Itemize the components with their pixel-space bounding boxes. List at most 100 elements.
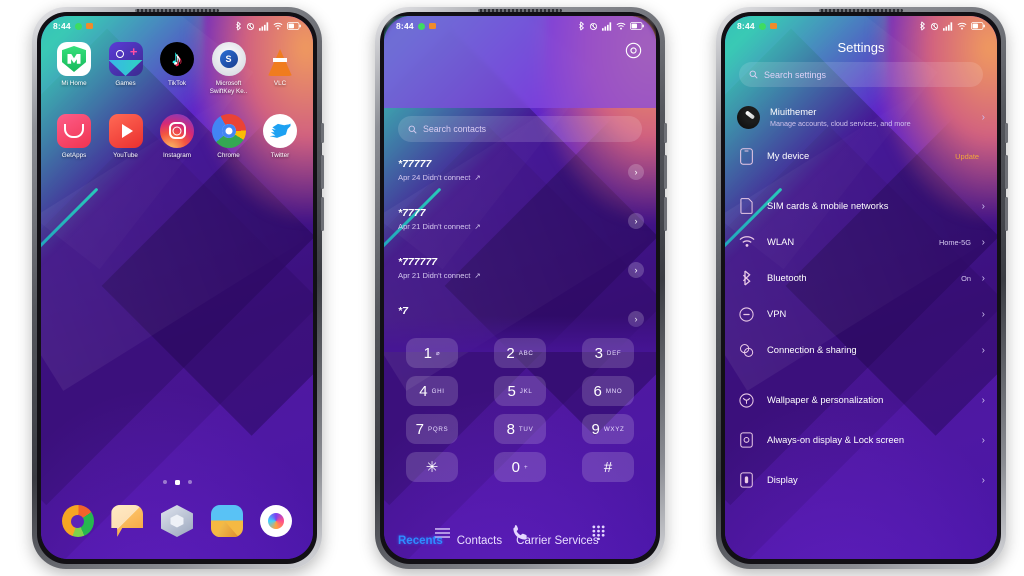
page-dot-active[interactable]: [174, 480, 180, 485]
green-dot-icon: [758, 22, 766, 30]
search-contacts-input[interactable]: Search contacts: [398, 116, 642, 142]
call-log-row[interactable]: *77777 Apr 24 Didn't connect ↗ ›: [384, 152, 656, 201]
signal-icon: [943, 21, 953, 31]
app-chrome[interactable]: Chrome: [204, 113, 254, 160]
gear-icon[interactable]: [625, 42, 642, 59]
side-button-3[interactable]: [664, 197, 667, 231]
settings-item-wlan[interactable]: WLAN Home-5G ›: [725, 224, 997, 260]
call-log-row[interactable]: *777777 Apr 21 Didn't connect ↗ ›: [384, 250, 656, 299]
dialpad-key-3[interactable]: 3 DEF: [582, 338, 634, 368]
call-detail: Apr 21 Didn't connect: [398, 222, 471, 231]
swiftkey-icon: S: [211, 42, 246, 76]
call-detail-chevron[interactable]: ›: [628, 262, 644, 278]
chevron-right-icon: ›: [981, 394, 985, 406]
settings-item-label: Bluetooth: [767, 272, 807, 284]
gallery-icon[interactable]: [210, 505, 243, 537]
app-label: Instagram: [163, 151, 191, 159]
status-bar-2: 8:44: [384, 16, 656, 36]
camera-icon[interactable]: [260, 505, 293, 537]
search-placeholder: Search settings: [764, 69, 827, 80]
account-avatar: [737, 105, 760, 129]
settings-item-wallpaper[interactable]: Wallpaper & personalization ›: [725, 382, 997, 418]
app-label: Chrome: [217, 151, 240, 159]
battery-icon: [287, 22, 301, 30]
dialpad-key-1[interactable]: 1 ⌀: [406, 338, 458, 368]
app-row-2: GetApps YouTube Instagram Chrome Twitter: [49, 113, 305, 160]
phone-1-screen: 8:44 Mi Home + Games ♪ TikTok S Microsof…: [41, 16, 313, 559]
tab-carrier-services[interactable]: Carrier Services: [516, 535, 598, 547]
side-button-2[interactable]: [664, 155, 667, 189]
dialpad-key-5[interactable]: 5 JKL: [494, 376, 546, 406]
settings-item-label: Always-on display & Lock screen: [767, 434, 905, 446]
settings-item-always-on-display[interactable]: Always-on display & Lock screen ›: [725, 418, 997, 462]
app-swiftkey[interactable]: S Microsoft SwiftKey Ke..: [204, 42, 254, 96]
instagram-icon: [160, 113, 194, 148]
app-mi-home[interactable]: Mi Home: [49, 42, 99, 96]
settings-item-bluetooth[interactable]: Bluetooth On ›: [725, 260, 997, 296]
earpiece-speaker: [478, 9, 562, 12]
settings-item-label: Wallpaper & personalization: [767, 394, 884, 406]
app-label: Twitter: [270, 151, 290, 159]
settings-item-value: On: [961, 273, 971, 283]
dialpad-key-8[interactable]: 8 TUV: [494, 414, 546, 444]
settings-item-sim-cards[interactable]: SIM cards & mobile networks ›: [725, 188, 997, 224]
app-getapps[interactable]: GetApps: [49, 113, 99, 160]
side-button-3[interactable]: [321, 197, 324, 231]
youtube-icon: [108, 113, 143, 148]
music-icon[interactable]: [61, 505, 94, 537]
vibrate-icon: [930, 22, 939, 30]
vpn-icon: [737, 305, 756, 324]
browser-icon[interactable]: [160, 505, 193, 537]
side-button-2[interactable]: [321, 155, 324, 189]
phone-2-bezel: 8:44 Recents Contacts Carrier Services S…: [380, 12, 660, 564]
settings-item-connection-sharing[interactable]: Connection & sharing ›: [725, 332, 997, 368]
status-time: 8:44: [737, 21, 755, 31]
dialpad-key-7[interactable]: 7 PQRS: [406, 414, 458, 444]
dialpad-row: 4 GHI 5 JKL 6 MNO: [406, 376, 634, 406]
call-log-row[interactable]: *7777 Apr 21 Didn't connect ↗ ›: [384, 201, 656, 250]
settings-item-account[interactable]: Miuithemer Manage accounts, cloud servic…: [725, 96, 997, 138]
tab-contacts[interactable]: Contacts: [457, 535, 502, 547]
settings-item-label: VPN: [767, 308, 787, 320]
call-detail-chevron[interactable]: ›: [628, 164, 644, 180]
getapps-icon: [57, 113, 91, 148]
side-button-1[interactable]: [321, 123, 324, 143]
status-bar-1: 8:44: [41, 16, 313, 36]
battery-icon: [630, 22, 644, 30]
dialpad-key-4[interactable]: 4 GHI: [406, 376, 458, 406]
app-instagram[interactable]: Instagram: [152, 113, 202, 160]
section-divider: [725, 368, 997, 382]
dialpad-key-0[interactable]: 0 +: [494, 452, 546, 482]
app-tiktok[interactable]: ♪ TikTok: [152, 42, 202, 96]
display-icon: [737, 471, 756, 490]
settings-item-vpn[interactable]: VPN ›: [725, 296, 997, 332]
page-title: Settings: [837, 40, 885, 55]
settings-item-label: Display: [767, 474, 798, 486]
settings-item-display[interactable]: Display ›: [725, 462, 997, 498]
page-dot[interactable]: [187, 480, 192, 484]
wallpaper-icon: [737, 391, 756, 410]
side-button-1[interactable]: [1005, 123, 1008, 143]
app-vlc[interactable]: VLC: [255, 42, 305, 96]
app-youtube[interactable]: YouTube: [101, 113, 151, 160]
dialpad-key-9[interactable]: 9 WXYZ: [582, 414, 634, 444]
settings-item-my-device[interactable]: My device Update: [725, 138, 997, 174]
phone-3-screen: 8:44 Settings Search settings Miuithemer…: [725, 16, 997, 559]
messages-icon[interactable]: [111, 505, 144, 537]
side-button-1[interactable]: [664, 123, 667, 143]
outgoing-arrow-icon: ↗: [474, 222, 481, 231]
page-dot[interactable]: [162, 480, 167, 484]
tab-recents[interactable]: Recents: [398, 535, 443, 547]
bluetooth-icon: [737, 269, 756, 288]
dialpad-key-hash[interactable]: #: [582, 452, 634, 482]
app-games[interactable]: Games: [101, 42, 151, 96]
dialpad-key-6[interactable]: 6 MNO: [582, 376, 634, 406]
app-twitter[interactable]: Twitter: [255, 113, 305, 160]
dialpad-key-2[interactable]: 2 ABC: [494, 338, 546, 368]
dialpad-key-star[interactable]: ✳: [406, 452, 458, 482]
call-detail-chevron[interactable]: ›: [628, 213, 644, 229]
side-button-3[interactable]: [1005, 197, 1008, 231]
search-settings-input[interactable]: Search settings: [739, 62, 983, 87]
wifi-icon: [273, 22, 283, 30]
side-button-2[interactable]: [1005, 155, 1008, 189]
